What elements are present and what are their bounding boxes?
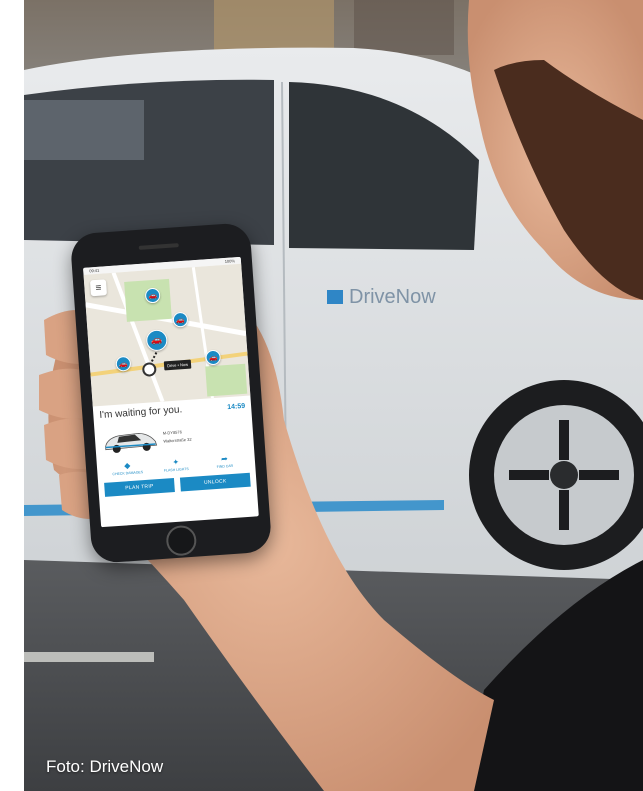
app-screen: 09:41 100% ≡ 🚗 🚗 🚗 🚗 🚗 Drive • Now I'm w… bbox=[83, 256, 259, 528]
unlock-button[interactable]: UNLOCK bbox=[179, 472, 251, 492]
flash-lights-button[interactable]: ✦ FLASH LIGHTS bbox=[159, 457, 194, 473]
waiting-text: I'm waiting for you. bbox=[99, 404, 183, 422]
car-info: M-DY8576 Waltorstraße 32 bbox=[100, 415, 248, 459]
photo: DriveNow 09:41 100% ≡ 🚗 🚗 🚗 🚗 🚗 Drive • … bbox=[24, 0, 643, 791]
phone-speaker bbox=[138, 243, 179, 250]
map-tooltip: Drive • Now bbox=[163, 359, 192, 371]
car-location: Waltorstraße 32 bbox=[163, 436, 192, 444]
plan-trip-button[interactable]: PLAN TRIP bbox=[104, 478, 175, 497]
menu-icon[interactable]: ≡ bbox=[89, 279, 108, 297]
find-car-label: FIND CAR bbox=[216, 463, 234, 469]
car-image bbox=[105, 432, 158, 453]
map-streets bbox=[85, 266, 248, 403]
damage-icon: ◆ bbox=[123, 461, 131, 471]
status-battery: 100% bbox=[224, 258, 236, 264]
flash-lights-label: FLASH LIGHTS bbox=[163, 466, 189, 473]
map[interactable]: ≡ 🚗 🚗 🚗 🚗 🚗 Drive • Now bbox=[83, 263, 251, 407]
lights-icon: ✦ bbox=[172, 457, 180, 468]
car-logo-text: DriveNow bbox=[349, 286, 436, 308]
photo-caption: Foto: DriveNow bbox=[46, 757, 164, 776]
find-car-icon: ➦ bbox=[220, 454, 229, 464]
reservation-sheet: I'm waiting for you. 14:59 M-DY8576 Walt… bbox=[93, 395, 257, 497]
check-damages-button[interactable]: ◆ CHECK DAMAGES bbox=[110, 460, 145, 476]
countdown: 14:59 bbox=[227, 402, 246, 412]
smartphone: 09:41 100% ≡ 🚗 🚗 🚗 🚗 🚗 Drive • Now I'm w… bbox=[69, 222, 273, 564]
status-time: 09:41 bbox=[89, 267, 100, 274]
home-button[interactable] bbox=[165, 524, 198, 557]
check-damages-label: CHECK DAMAGES bbox=[112, 470, 144, 477]
find-car-button[interactable]: ➦ FIND CAR bbox=[207, 453, 242, 469]
